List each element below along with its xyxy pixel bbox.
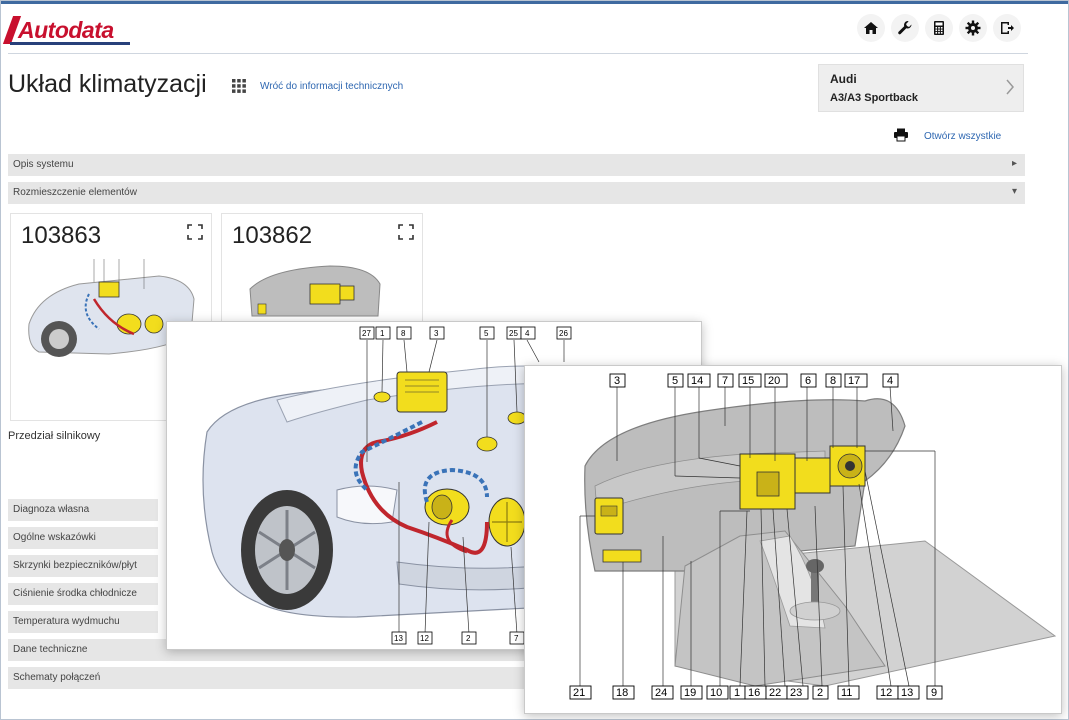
header-divider [8,53,1028,54]
settings-button[interactable] [959,14,987,42]
menu-item-self-diagnosis[interactable]: Diagnoza własna [8,499,158,521]
logo-text: Autodata [18,16,114,43]
diagram-label: 4 [525,329,530,338]
logo-underline [10,42,130,45]
diagram-label: 5 [672,375,678,387]
wrench-icon [898,21,912,35]
diagram-label: 7 [514,634,519,643]
diagram-label: 15 [742,375,754,387]
diagram-label: 20 [768,375,780,387]
menu-item-refrigerant-pressure[interactable]: Ciśnienie środka chłodnicze [8,583,158,605]
vehicle-make: Audi [830,72,857,86]
menu-item-fuse-boxes[interactable]: Skrzynki bezpieczników/płyt [8,555,158,577]
print-icon[interactable] [893,128,909,142]
thumbnail-caption: Przedział silnikowy [8,430,101,442]
section-label: Opis systemu [13,159,74,170]
logout-button[interactable] [993,14,1021,42]
diagram-label: 5 [484,329,489,338]
diagram-label: 13 [394,634,403,643]
section-label: Rozmieszczenie elementów [13,187,137,198]
diagram-label: 2 [817,687,823,699]
diagram-label: 26 [559,329,568,338]
menu-item-label: Ogólne wskazówki [13,532,96,543]
calculator-icon [934,21,944,35]
expand-icon[interactable] [187,224,203,240]
diagram-label: 2 [466,634,471,643]
vehicle-model: A3/A3 Sportback [830,92,919,104]
engine-diagram-bottom-labels: 13 12 2 7 [391,631,525,645]
chevron-right-icon [1006,79,1014,95]
diagram-label: 6 [805,375,811,387]
diagram-label: 1 [380,329,385,338]
diagram-label: 21 [573,687,585,699]
thumbnail-dashboard-image [249,265,381,317]
open-all-link[interactable]: Otwórz wszystkie [924,131,1001,142]
diagram-label: 13 [901,687,913,699]
menu-item-label: Dane techniczne [13,644,88,655]
diagram-label: 14 [691,375,703,387]
vehicle-selector[interactable]: Audi A3/A3 Sportback [818,64,1024,112]
diagram-label: 10 [710,687,722,699]
diagram-label: 17 [848,375,860,387]
diagram-label: 4 [887,375,893,387]
diagram-label: 1 [734,687,740,699]
menu-item-outlet-temperature[interactable]: Temperatura wydmuchu [8,611,158,633]
back-to-technical-info-link[interactable]: Wróć do informacji technicznych [260,81,403,92]
menu-item-label: Temperatura wydmuchu [13,616,120,627]
diagram-label: 25 [509,329,518,338]
dashboard-diagram-panel[interactable]: 3 5 14 7 15 20 6 8 17 4 21 18 24 19 10 1… [524,365,1062,714]
diagram-label: 9 [931,687,937,699]
diagram-label: 22 [769,687,781,699]
menu-item-label: Ciśnienie środka chłodnicze [13,588,137,599]
menu-item-wiring-diagrams[interactable]: Schematy połączeń [8,667,526,689]
diagram-label: 8 [830,375,836,387]
menu-item-general-notes[interactable]: Ogólne wskazówki [8,527,158,549]
diagram-label: 24 [655,687,667,699]
menu-item-label: Skrzynki bezpieczników/płyt [13,560,137,571]
menu-item-label: Schematy połączeń [13,672,101,683]
diagram-label: 3 [614,375,620,387]
diagram-label: 11 [841,687,852,699]
diagram-label: 19 [684,687,696,699]
page-title: Układ klimatyzacji [8,70,207,98]
menu-item-label: Diagnoza własna [13,504,90,515]
diagram-label: 18 [616,687,628,699]
top-toolbar [857,14,1021,42]
expand-icon[interactable] [398,224,414,240]
diagram-label: 23 [790,687,802,699]
thumbnail-number: 103862 [232,222,313,249]
home-icon [864,22,878,34]
diagram-label: 27 [362,329,371,338]
grid-menu-icon[interactable] [230,77,248,95]
diagram-label: 12 [880,687,892,699]
thumbnail-number: 103863 [21,222,102,249]
home-button[interactable] [857,14,885,42]
diagram-label: 16 [748,687,760,699]
calculator-button[interactable] [925,14,953,42]
section-system-description[interactable]: Opis systemu ▸ [8,154,1025,176]
gear-icon [965,20,981,36]
dashboard-diagram-top-labels: 3 5 14 7 15 20 6 8 17 4 [609,373,899,388]
wrench-button[interactable] [891,14,919,42]
dashboard-diagram-bottom-labels: 21 18 24 19 10 1 16 22 23 2 11 12 13 9 [569,685,943,700]
chevron-right-icon: ▸ [1011,158,1017,169]
diagram-label: 12 [420,634,429,643]
chevron-down-icon: ▾ [1011,186,1017,197]
dashboard-diagram: 3 5 14 7 15 20 6 8 17 4 21 18 24 19 10 1… [569,373,1057,700]
engine-diagram-top-labels: 27 1 8 3 5 25 4 26 [359,326,572,340]
logout-icon [1001,22,1014,34]
diagram-label: 3 [434,329,439,338]
diagram-label: 8 [401,329,406,338]
section-component-location[interactable]: Rozmieszczenie elementów ▾ [8,182,1025,204]
diagram-label: 7 [722,375,728,387]
